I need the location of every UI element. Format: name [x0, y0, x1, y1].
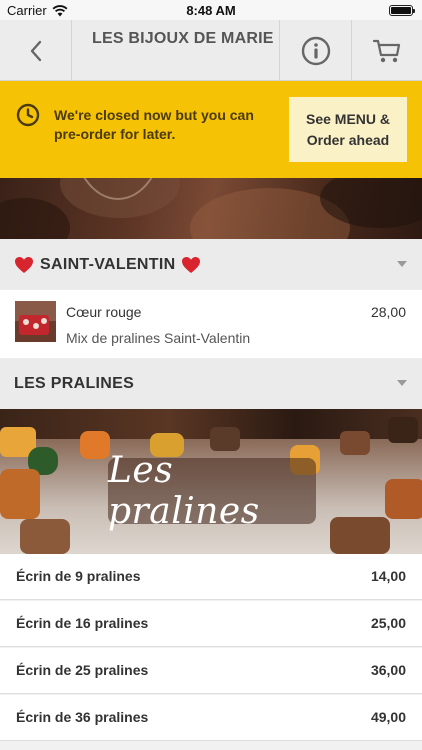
- hero-image: [0, 178, 422, 239]
- product-name: Écrin de 25 pralines: [16, 662, 149, 678]
- navigation-bar: LES BIJOUX DE MARIE: [0, 20, 422, 81]
- list-item[interactable]: Écrin de 9 pralines 14,00: [0, 554, 422, 600]
- product-price: 25,00: [370, 615, 406, 631]
- product-name: Écrin de 36 pralines: [16, 709, 149, 725]
- pralines-banner-label: Les pralines: [108, 450, 316, 532]
- cart-button[interactable]: [351, 20, 422, 81]
- back-button[interactable]: [0, 20, 72, 81]
- status-bar: Carrier 8:48 AM: [0, 0, 422, 20]
- chevron-left-icon: [30, 40, 41, 61]
- product-name: Écrin de 9 pralines: [16, 568, 141, 584]
- section-les-pralines[interactable]: LES PRALINES: [0, 358, 422, 409]
- closed-message: We're closed now but you can pre-order f…: [54, 107, 254, 142]
- section-title: LES PRALINES: [14, 374, 135, 392]
- product-price: 36,00: [370, 662, 406, 678]
- chevron-down-icon: [397, 261, 407, 267]
- list-item[interactable]: Écrin de 16 pralines 25,00: [0, 601, 422, 647]
- clock-icon: [16, 103, 40, 127]
- product-thumbnail: [15, 301, 56, 342]
- pralines-banner-image: Les pralines: [0, 409, 422, 554]
- product-coeur-rouge[interactable]: Cœur rouge Mix de pralines Saint-Valenti…: [0, 290, 422, 358]
- cart-icon: [372, 39, 401, 62]
- product-price: 14,00: [370, 568, 406, 584]
- product-description: Mix de pralines Saint-Valentin: [66, 330, 251, 346]
- section-title: SAINT-VALENTIN: [40, 255, 176, 273]
- list-item[interactable]: Écrin de 36 pralines 49,00: [0, 695, 422, 741]
- heart-icon: [182, 256, 201, 273]
- page-title: LES BIJOUX DE MARIE: [92, 30, 274, 47]
- status-time: 8:48 AM: [186, 3, 236, 18]
- chevron-down-icon: [397, 380, 407, 386]
- product-price: 28,00: [370, 304, 406, 320]
- product-name: Écrin de 16 pralines: [16, 615, 149, 631]
- closed-banner: We're closed now but you can pre-order f…: [0, 81, 422, 178]
- battery-icon: [389, 5, 415, 16]
- section-saint-valentin[interactable]: SAINT-VALENTIN: [0, 239, 422, 290]
- product-name: Cœur rouge: [66, 304, 142, 320]
- info-button[interactable]: [279, 20, 351, 81]
- info-icon: [301, 36, 330, 65]
- product-price: 49,00: [370, 709, 406, 725]
- list-item[interactable]: Écrin de 25 pralines 36,00: [0, 648, 422, 694]
- heart-icon: [15, 256, 33, 273]
- see-menu-button[interactable]: See MENU & Order ahead: [289, 97, 407, 162]
